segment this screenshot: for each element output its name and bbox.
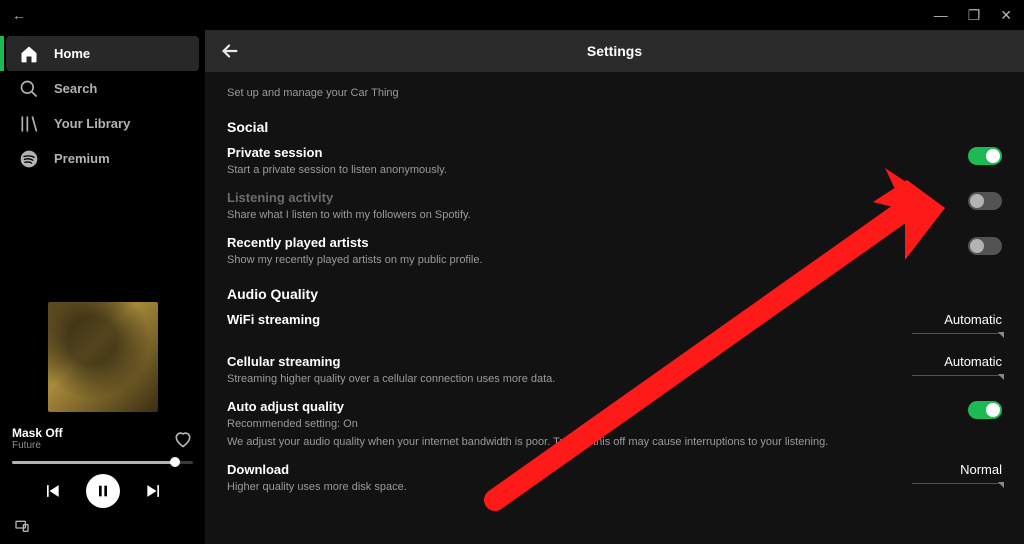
next-button[interactable] bbox=[144, 481, 164, 501]
setting-download-quality: Download Higher quality uses more disk s… bbox=[227, 462, 1002, 493]
sidebar-item-premium[interactable]: Premium bbox=[6, 141, 199, 176]
settings-header: Settings bbox=[205, 30, 1024, 72]
now-playing-panel: Mask Off Future bbox=[0, 302, 205, 544]
listening-activity-toggle[interactable] bbox=[968, 192, 1002, 210]
setting-listening-activity: Listening activity Share what I listen t… bbox=[227, 190, 1002, 221]
album-art[interactable] bbox=[48, 302, 158, 412]
auto-adjust-quality-toggle[interactable] bbox=[968, 401, 1002, 419]
sidebar-item-label: Premium bbox=[54, 151, 110, 166]
setting-description: Share what I listen to with my followers… bbox=[227, 209, 471, 221]
private-session-toggle[interactable] bbox=[968, 147, 1002, 165]
select-value: Automatic bbox=[944, 312, 1002, 327]
progress-bar[interactable] bbox=[12, 461, 193, 464]
setting-title: Listening activity bbox=[227, 190, 471, 205]
settings-back-button[interactable] bbox=[219, 40, 241, 62]
page-title: Settings bbox=[205, 43, 1024, 59]
setting-title: Cellular streaming bbox=[227, 354, 555, 369]
sidebar-nav: Home Search Your Library bbox=[0, 36, 205, 176]
track-title: Mask Off bbox=[12, 426, 63, 440]
download-quality-select[interactable]: Normal bbox=[912, 462, 1002, 490]
sidebar-item-library[interactable]: Your Library bbox=[6, 106, 199, 141]
setting-description: Streaming higher quality over a cellular… bbox=[227, 373, 555, 385]
setting-wifi-streaming: WiFi streaming Automatic bbox=[227, 312, 1002, 340]
settings-content: Car Thing Set up and manage your Car Thi… bbox=[205, 72, 1024, 544]
player-controls bbox=[8, 474, 197, 514]
previous-button[interactable] bbox=[42, 481, 62, 501]
setting-recently-played-artists: Recently played artists Show my recently… bbox=[227, 235, 1002, 266]
setting-auto-adjust-quality: Auto adjust quality Recommended setting:… bbox=[227, 399, 1002, 430]
auto-adjust-note: We adjust your audio quality when your i… bbox=[227, 436, 947, 448]
window-close-button[interactable]: ✕ bbox=[996, 6, 1016, 24]
section-audio-quality: Audio Quality bbox=[227, 286, 1002, 302]
search-icon bbox=[18, 78, 40, 100]
setting-description: Show my recently played artists on my pu… bbox=[227, 254, 483, 266]
wifi-streaming-select[interactable]: Automatic bbox=[912, 312, 1002, 340]
connect-device-icon[interactable] bbox=[14, 518, 191, 534]
track-artist: Future bbox=[12, 440, 63, 451]
chevron-down-icon bbox=[998, 482, 1004, 488]
recently-played-artists-toggle[interactable] bbox=[968, 237, 1002, 255]
section-social: Social bbox=[227, 119, 1002, 135]
sidebar-item-home[interactable]: Home bbox=[6, 36, 199, 71]
setting-title: Download bbox=[227, 462, 407, 477]
progress-fill bbox=[12, 461, 175, 464]
titlebar: ← — ❐ ✕ bbox=[0, 0, 1024, 30]
setting-description: Higher quality uses more disk space. bbox=[227, 481, 407, 493]
library-icon bbox=[18, 113, 40, 135]
setting-description: Start a private session to listen anonym… bbox=[227, 164, 447, 176]
play-pause-button[interactable] bbox=[86, 474, 120, 508]
cellular-streaming-select[interactable]: Automatic bbox=[912, 354, 1002, 382]
setting-title: Private session bbox=[227, 145, 447, 160]
chevron-down-icon bbox=[998, 332, 1004, 338]
select-value: Normal bbox=[960, 462, 1002, 477]
home-icon bbox=[18, 43, 40, 65]
progress-knob[interactable] bbox=[170, 457, 180, 467]
track-metadata[interactable]: Mask Off Future bbox=[12, 426, 63, 451]
window-restore-button[interactable]: ❐ bbox=[964, 6, 985, 24]
history-back-button[interactable]: ← bbox=[8, 6, 30, 24]
sidebar-item-label: Your Library bbox=[54, 116, 130, 131]
setting-private-session: Private session Start a private session … bbox=[227, 145, 1002, 176]
main-panel: Settings Car Thing Set up and manage you… bbox=[205, 30, 1024, 544]
setting-description: Recommended setting: On bbox=[227, 418, 358, 430]
sidebar: Home Search Your Library bbox=[0, 30, 205, 544]
app-window: ← — ❐ ✕ Home bbox=[0, 0, 1024, 544]
select-value: Automatic bbox=[944, 354, 1002, 369]
setting-car-thing-desc: Set up and manage your Car Thing bbox=[227, 87, 1002, 99]
sidebar-active-indicator bbox=[0, 36, 4, 71]
setting-title: Auto adjust quality bbox=[227, 399, 358, 414]
chevron-down-icon bbox=[998, 374, 1004, 380]
setting-title: WiFi streaming bbox=[227, 312, 320, 327]
like-button[interactable] bbox=[173, 429, 193, 449]
setting-title: Recently played artists bbox=[227, 235, 483, 250]
sidebar-item-label: Home bbox=[54, 46, 90, 61]
app-body: Home Search Your Library bbox=[0, 30, 1024, 544]
sidebar-item-label: Search bbox=[54, 81, 97, 96]
setting-cellular-streaming: Cellular streaming Streaming higher qual… bbox=[227, 354, 1002, 385]
window-minimize-button[interactable]: — bbox=[930, 6, 952, 24]
sidebar-item-search[interactable]: Search bbox=[6, 71, 199, 106]
spotify-icon bbox=[18, 148, 40, 170]
